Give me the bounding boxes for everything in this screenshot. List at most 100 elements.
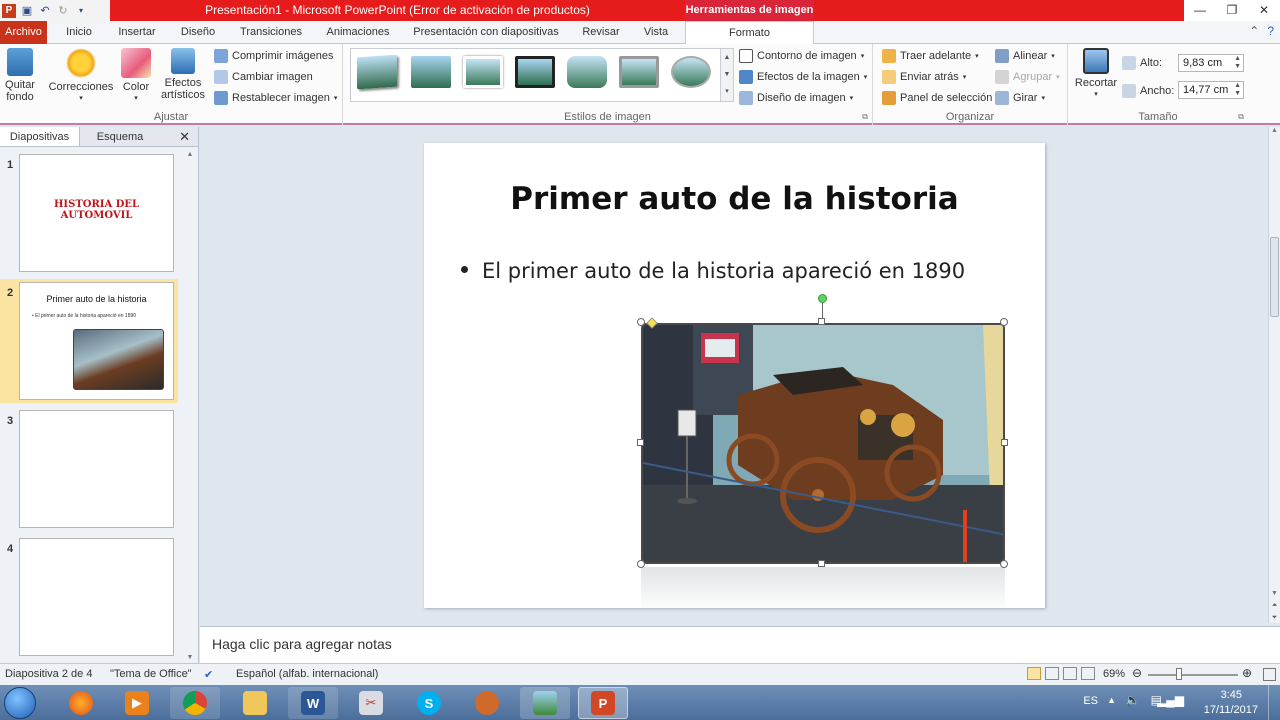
align-button[interactable]: Alinear ▾ [995,47,1055,65]
style-thumb[interactable] [619,56,659,88]
resize-handle[interactable] [1000,560,1008,568]
slide-scrollbar[interactable]: ▲ ▼ ⏶ ⏷ [1268,127,1280,623]
notes-pane[interactable]: Haga clic para agregar notas [200,626,1280,663]
selection-pane-button[interactable]: Panel de selección [882,89,992,107]
next-slide-icon[interactable]: ⏷ [1269,614,1280,622]
remove-background-button[interactable]: Quitar fondo [2,48,38,103]
tab-transiciones[interactable]: Transiciones [236,21,306,44]
slide-thumbnail-4[interactable] [19,538,174,656]
style-thumb[interactable] [515,56,555,88]
undo-icon[interactable]: ↶ [38,4,52,18]
corrections-button[interactable]: Correcciones ▾ [48,48,114,105]
slide-thumbnail-2[interactable]: Primer auto de la historia • El primer a… [19,282,174,400]
tab-insertar[interactable]: Insertar [112,21,162,44]
show-hidden-icons-icon[interactable]: ▲ [1107,695,1116,705]
change-image-button[interactable]: Cambiar imagen [214,68,313,86]
resize-handle[interactable] [818,318,825,325]
normal-view-icon[interactable] [1027,667,1041,680]
start-button[interactable] [4,687,36,719]
picture-effects-button[interactable]: Efectos de la imagen ▾ [739,68,867,86]
close-button[interactable]: ✕ [1248,0,1280,21]
tab-slides[interactable]: Diapositivas [0,127,80,146]
artistic-effects-button[interactable]: Efectos artísticos [156,48,210,101]
zoom-in-icon[interactable]: ⊕ [1242,666,1252,680]
game-taskbar-button[interactable] [462,687,512,719]
car-image[interactable] [641,323,1005,564]
spinner-arrows-icon[interactable]: ▲ ▼ [1234,55,1241,71]
tab-vista[interactable]: Vista [638,21,674,44]
resize-handle[interactable] [637,318,645,326]
crop-button[interactable]: Recortar ▾ [1072,48,1120,101]
skype-taskbar-button[interactable]: S [404,687,454,719]
scroll-thumb[interactable] [1270,237,1279,317]
resize-handle[interactable] [637,560,645,568]
minimize-ribbon-icon[interactable]: ⌃ [1249,24,1259,38]
paint-taskbar-button[interactable]: ✂ [346,687,396,719]
group-button[interactable]: Agrupar ▾ [995,68,1060,86]
style-thumb[interactable] [463,56,503,88]
zoom-level[interactable]: 69% [1103,668,1125,680]
minimize-button[interactable]: — [1184,0,1216,21]
scroll-down-icon[interactable]: ▼ [1269,590,1280,597]
scroll-up-icon[interactable]: ▲ [184,151,196,158]
compress-images-button[interactable]: Comprimir imágenes [214,47,333,65]
slide-title[interactable]: Primer auto de la historia [424,181,1045,217]
powerpoint-logo-icon[interactable]: P [2,3,16,18]
slide-bullet[interactable]: El primer auto de la historia apareció e… [461,259,965,283]
word-taskbar-button[interactable]: W [288,687,338,719]
color-button[interactable]: Color ▾ [118,48,154,105]
slides-pane-scrollbar[interactable]: ▲ ▼ [184,151,196,661]
gallery-up-icon[interactable]: ▲ [721,49,733,66]
tab-presentacion[interactable]: Presentación con diapositivas [408,21,564,44]
media-player-taskbar-button[interactable]: ▶ [112,687,162,719]
fit-to-window-icon[interactable] [1263,668,1276,681]
network-icon[interactable]: ▂▄▆ [1157,693,1184,707]
previous-slide-icon[interactable]: ⏶ [1269,602,1280,610]
style-thumb[interactable] [411,56,451,88]
dialog-launcher-icon[interactable]: ⧉ [862,112,868,122]
picture-border-button[interactable]: Contorno de imagen ▾ [739,47,864,65]
slide-canvas[interactable]: Primer auto de la historia El primer aut… [424,143,1045,608]
clock-time[interactable]: 3:45 [1221,689,1242,701]
spinner-arrows-icon[interactable]: ▲ ▼ [1234,82,1241,98]
scroll-up-icon[interactable]: ▲ [1269,127,1280,134]
resize-handle[interactable] [637,439,644,446]
slide-sorter-view-icon[interactable] [1045,667,1059,680]
slideshow-view-icon[interactable] [1081,667,1095,680]
gallery-more-icon[interactable]: ▾ [721,83,733,100]
tab-animaciones[interactable]: Animaciones [320,21,396,44]
reset-image-button[interactable]: Restablecer imagen ▾ [214,89,337,107]
save-icon[interactable]: ▣ [20,4,34,18]
resize-handle[interactable] [818,560,825,567]
show-desktop-button[interactable] [1268,685,1280,720]
volume-icon[interactable]: 🔈 [1125,693,1140,707]
customize-qat-icon[interactable]: ▾ [74,4,88,18]
height-input[interactable]: 9,83 cm ▲ ▼ [1178,54,1244,72]
powerpoint-taskbar-button[interactable]: P [578,687,628,719]
close-pane-icon[interactable]: ✕ [179,129,190,145]
slide-thumbnail-3[interactable] [19,410,174,528]
slide-thumbnail-1[interactable]: HISTORIA DEL AUTOMOVIL [19,154,174,272]
rotate-button[interactable]: Girar ▾ [995,89,1045,107]
dialog-launcher-icon[interactable]: ⧉ [1238,112,1244,122]
tab-file[interactable]: Archivo [0,21,47,44]
zoom-slider[interactable] [1148,674,1238,676]
explorer-taskbar-button[interactable] [230,687,280,719]
send-backward-button[interactable]: Enviar atrás ▾ [882,68,966,86]
help-icon[interactable]: ? [1267,24,1274,38]
language-status[interactable]: Español (alfab. internacional) [236,668,378,680]
maximize-button[interactable]: ❐ [1216,0,1248,21]
redo-icon[interactable]: ↻ [56,4,70,18]
style-thumb[interactable] [671,56,711,88]
firefox-taskbar-button[interactable] [56,687,106,719]
scroll-down-icon[interactable]: ▼ [184,654,196,661]
tab-revisar[interactable]: Revisar [578,21,624,44]
style-thumb[interactable] [357,54,397,90]
tab-inicio[interactable]: Inicio [58,21,100,44]
tab-formato[interactable]: Formato [685,21,814,45]
tab-diseno[interactable]: Diseño [176,21,220,44]
photos-taskbar-button[interactable] [520,687,570,719]
tab-outline[interactable]: Esquema [80,127,160,146]
resize-handle[interactable] [1000,318,1008,326]
style-thumb[interactable] [567,56,607,88]
